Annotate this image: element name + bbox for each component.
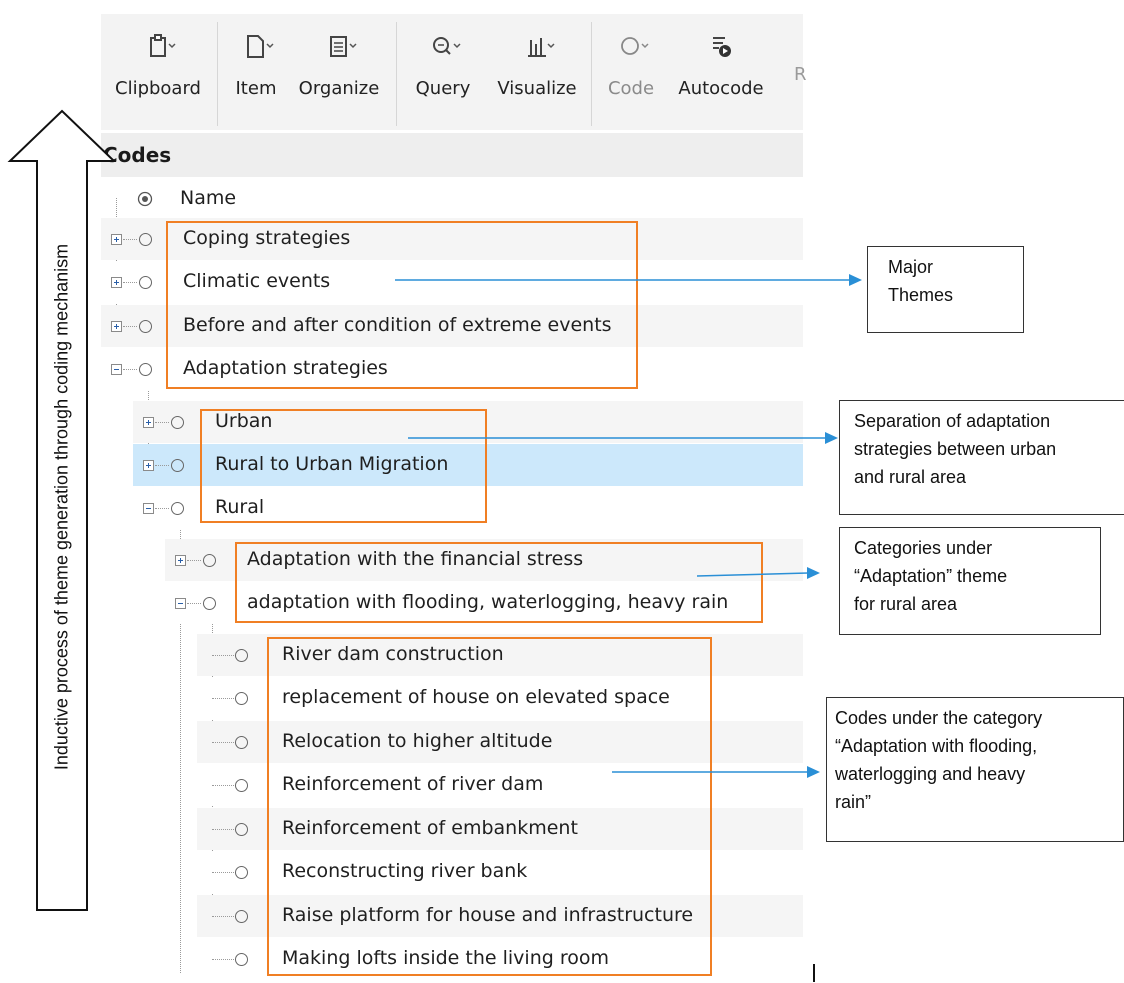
text-cursor bbox=[813, 964, 815, 982]
callout-arrow bbox=[408, 432, 838, 444]
process-label: Inductive process of theme generation th… bbox=[51, 243, 72, 771]
annotation-arrows bbox=[7, 109, 862, 911]
callout-arrow bbox=[395, 274, 862, 286]
callout-arrow bbox=[612, 766, 820, 778]
callout-arrow bbox=[696, 567, 820, 579]
